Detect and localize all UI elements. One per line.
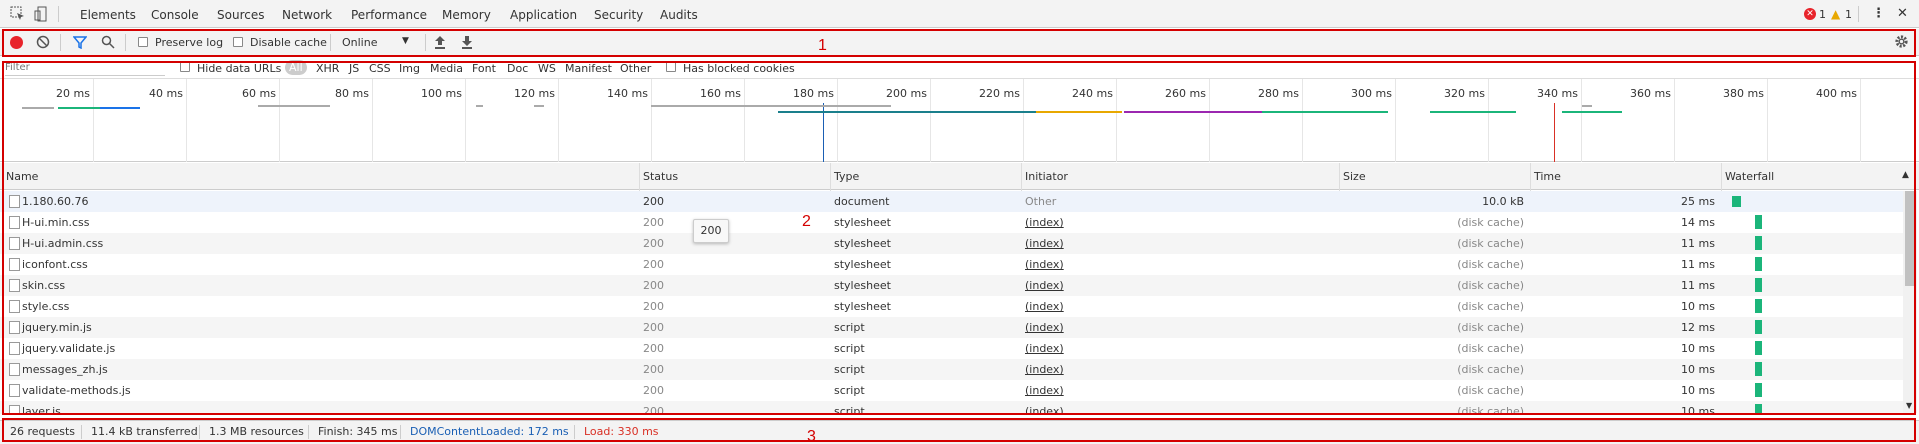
tab-audits[interactable]: Audits xyxy=(660,8,698,22)
tab-console[interactable]: Console xyxy=(151,8,199,22)
annotation-box-status xyxy=(2,418,1916,442)
annotation-box-toolbar xyxy=(2,29,1916,57)
divider xyxy=(1858,6,1859,22)
close-devtools-icon[interactable]: ✕ xyxy=(1897,6,1908,21)
tab-memory[interactable]: Memory xyxy=(442,8,491,22)
annotation-label-requests: 2 xyxy=(802,213,811,230)
tab-security[interactable]: Security xyxy=(594,8,643,22)
more-options-icon[interactable]: ⋮ xyxy=(1872,6,1885,21)
annotation-label-toolbar: 1 xyxy=(818,37,827,54)
tab-network[interactable]: Network xyxy=(282,8,332,22)
error-count: 1 xyxy=(1819,8,1826,21)
inspect-element-icon[interactable] xyxy=(10,6,26,22)
error-icon: ✕ xyxy=(1804,8,1816,20)
warning-count: 1 xyxy=(1845,8,1852,21)
tab-sources[interactable]: Sources xyxy=(217,8,264,22)
divider xyxy=(58,6,59,22)
tab-elements[interactable]: Elements xyxy=(80,8,136,22)
devtools-tabbar: Elements Console Sources Network Perform… xyxy=(0,0,1919,28)
warning-icon: ▲ xyxy=(1831,7,1841,21)
annotation-box-requests xyxy=(2,61,1916,415)
warning-badge[interactable]: ▲ 1 xyxy=(1831,8,1861,22)
tab-application[interactable]: Application xyxy=(510,8,577,22)
annotation-label-status: 3 xyxy=(807,428,816,444)
tab-performance[interactable]: Performance xyxy=(351,8,427,22)
device-toolbar-icon[interactable] xyxy=(34,6,50,22)
